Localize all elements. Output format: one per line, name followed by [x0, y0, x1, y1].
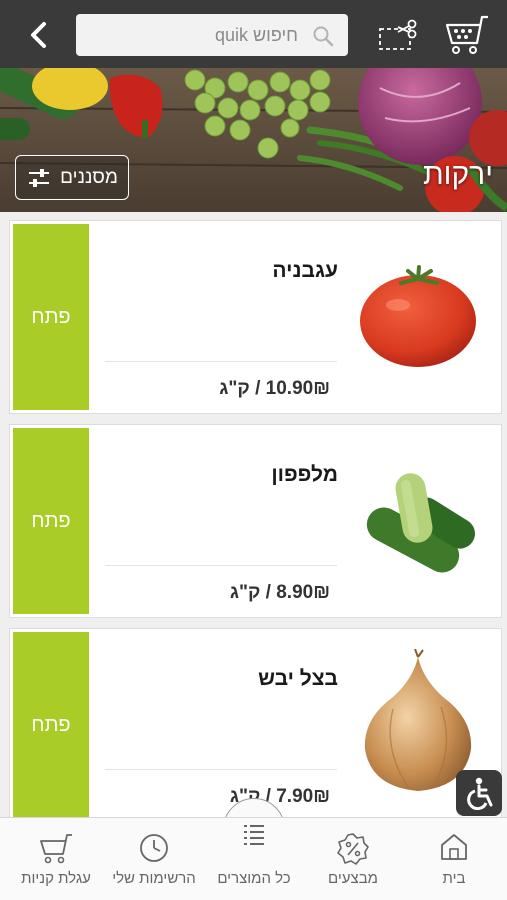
- nav-deals[interactable]: מבצעים: [315, 818, 391, 900]
- accessibility-button[interactable]: [456, 770, 502, 816]
- wheelchair-icon: [467, 777, 493, 810]
- product-name: עגבניה: [272, 259, 338, 282]
- nav-cart[interactable]: עגלת קניות: [10, 818, 102, 900]
- divider: [105, 769, 337, 770]
- product-name: בצל יבש: [258, 667, 338, 690]
- category-title: ירקות: [422, 158, 493, 191]
- sliders-icon: [29, 168, 50, 187]
- search-box[interactable]: [76, 14, 348, 56]
- search-icon: [313, 26, 334, 47]
- search-input[interactable]: [76, 14, 304, 56]
- nav-home-label: בית: [442, 870, 466, 887]
- nav-cart-label: עגלת קניות: [21, 870, 91, 887]
- product-card: פתח מלפפון 8.90₪ / ק"ג: [9, 424, 502, 618]
- product-price: 8.90₪ / ק"ג: [229, 582, 330, 603]
- list-icon: [244, 825, 264, 845]
- shopping-cart-icon: [445, 15, 488, 54]
- open-button[interactable]: פתח: [13, 224, 89, 410]
- product-price: 10.90₪ / ק"ג: [219, 378, 330, 399]
- product-card: פתח בצל יבש 7.90₪ / ק"ג: [9, 628, 502, 822]
- product-name: מלפפון: [271, 463, 338, 486]
- product-card: פתח עגבניה 10.90₪ / ק"ג: [9, 220, 502, 414]
- nav-my-lists[interactable]: הרשימות שלי: [106, 818, 202, 900]
- cucumber-image[interactable]: [353, 453, 483, 583]
- scissors-button[interactable]: [378, 17, 420, 53]
- top-bar: [0, 0, 507, 68]
- bottom-navigation: עגלת קניות הרשימות שלי כל המוצרים מבצעים: [0, 817, 507, 900]
- open-button[interactable]: פתח: [13, 632, 89, 818]
- nav-my-lists-label: הרשימות שלי: [112, 870, 196, 887]
- discount-badge-icon: [337, 833, 369, 865]
- cart-button[interactable]: [442, 13, 492, 55]
- nav-all-products-label: כל המוצרים: [217, 870, 291, 887]
- scissors-icon: [379, 19, 417, 50]
- nav-all-products[interactable]: כל המוצרים: [207, 818, 301, 900]
- clock-icon: [140, 834, 168, 862]
- shopping-cart-icon: [40, 834, 72, 864]
- filter-button[interactable]: מסננים: [15, 155, 129, 200]
- divider: [105, 361, 337, 362]
- home-icon: [441, 834, 467, 860]
- filter-label: מסננים: [60, 166, 118, 188]
- nav-home[interactable]: בית: [420, 818, 488, 900]
- nav-deals-label: מבצעים: [328, 870, 378, 887]
- tomato-image[interactable]: [353, 249, 483, 379]
- open-button[interactable]: פתח: [13, 428, 89, 614]
- divider: [105, 565, 337, 566]
- back-button[interactable]: [18, 16, 58, 54]
- chevron-left-icon: [31, 22, 46, 48]
